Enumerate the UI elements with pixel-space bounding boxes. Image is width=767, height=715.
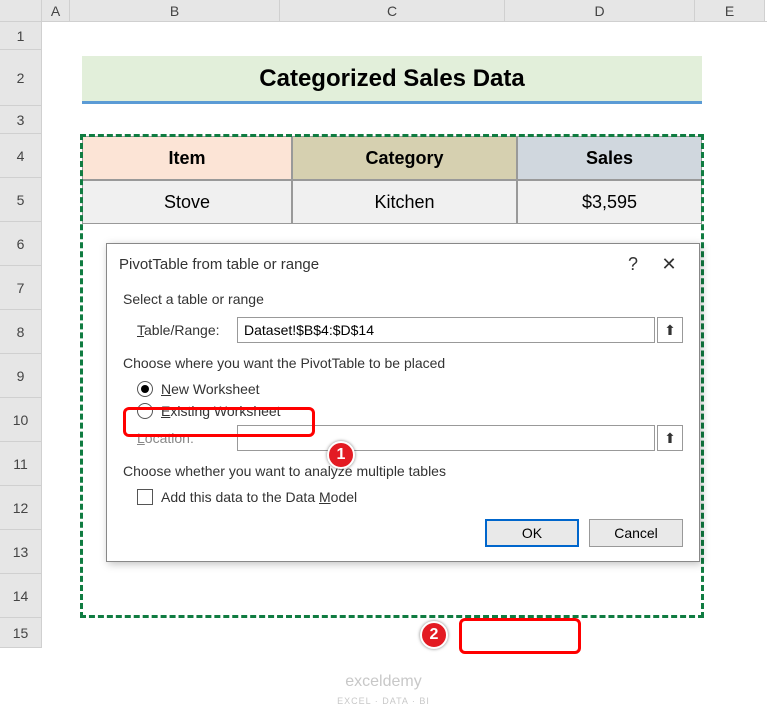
dialog-title: PivotTable from table or range [119,256,615,273]
row-header-column: 1 2 3 4 5 6 7 8 9 10 11 12 13 14 15 [0,22,42,648]
cell-sales[interactable]: $3,595 [517,180,702,224]
row-header-4[interactable]: 4 [0,134,42,178]
row-header-10[interactable]: 10 [0,398,42,442]
row-header-11[interactable]: 11 [0,442,42,486]
radio-new-worksheet[interactable]: New Worksheet [137,381,683,397]
cancel-button[interactable]: Cancel [589,519,683,547]
header-item[interactable]: Item [82,136,292,180]
column-header-row: A B C D E [0,0,767,22]
radio-existing-label: Existing Worksheet [161,403,281,419]
col-header-C[interactable]: C [280,0,505,21]
table-range-label: Table/Range: [137,322,237,338]
row-header-1[interactable]: 1 [0,22,42,50]
dialog-titlebar[interactable]: PivotTable from table or range ? ✕ [107,244,699,285]
table-range-input[interactable] [237,317,655,343]
select-all-corner[interactable] [0,0,42,21]
cell-item[interactable]: Stove [82,180,292,224]
location-picker-icon[interactable]: ⬆ [657,425,683,451]
col-header-A[interactable]: A [42,0,70,21]
radio-icon [137,381,153,397]
row-header-15[interactable]: 15 [0,618,42,648]
page-title: Categorized Sales Data [82,56,702,104]
location-label: Location: [137,430,237,446]
pivottable-dialog: PivotTable from table or range ? ✕ Selec… [106,243,700,562]
row-header-5[interactable]: 5 [0,178,42,222]
row-header-14[interactable]: 14 [0,574,42,618]
row-header-13[interactable]: 13 [0,530,42,574]
checkbox-label: Add this data to the Data Model [161,489,357,505]
close-button[interactable]: ✕ [651,254,687,275]
section-select-range: Select a table or range [123,291,683,307]
radio-new-label: New Worksheet [161,381,260,397]
cell-category[interactable]: Kitchen [292,180,517,224]
callout-badge-2: 2 [420,621,448,649]
callout-badge-1: 1 [327,441,355,469]
checkbox-icon [137,489,153,505]
watermark-main: exceldemy [345,673,421,690]
col-header-E[interactable]: E [695,0,765,21]
help-button[interactable]: ? [615,254,651,275]
range-picker-icon[interactable]: ⬆ [657,317,683,343]
col-header-B[interactable]: B [70,0,280,21]
header-category[interactable]: Category [292,136,517,180]
row-header-2[interactable]: 2 [0,50,42,106]
radio-existing-worksheet[interactable]: Existing Worksheet [137,403,683,419]
table-header-row: Item Category Sales [82,136,702,180]
radio-icon [137,403,153,419]
row-header-9[interactable]: 9 [0,354,42,398]
location-input[interactable] [237,425,655,451]
ok-button[interactable]: OK [485,519,579,547]
row-header-6[interactable]: 6 [0,222,42,266]
data-table: Item Category Sales Stove Kitchen $3,595 [82,136,702,224]
header-sales[interactable]: Sales [517,136,702,180]
section-multiple-tables: Choose whether you want to analyze multi… [123,463,683,479]
section-placement: Choose where you want the PivotTable to … [123,355,683,371]
col-header-D[interactable]: D [505,0,695,21]
watermark-sub: EXCEL · DATA · BI [337,696,430,706]
table-row: Stove Kitchen $3,595 [82,180,702,224]
watermark: exceldemy EXCEL · DATA · BI [0,673,767,709]
row-header-8[interactable]: 8 [0,310,42,354]
row-header-3[interactable]: 3 [0,106,42,134]
row-header-12[interactable]: 12 [0,486,42,530]
checkbox-data-model[interactable]: Add this data to the Data Model [137,489,683,505]
row-header-7[interactable]: 7 [0,266,42,310]
